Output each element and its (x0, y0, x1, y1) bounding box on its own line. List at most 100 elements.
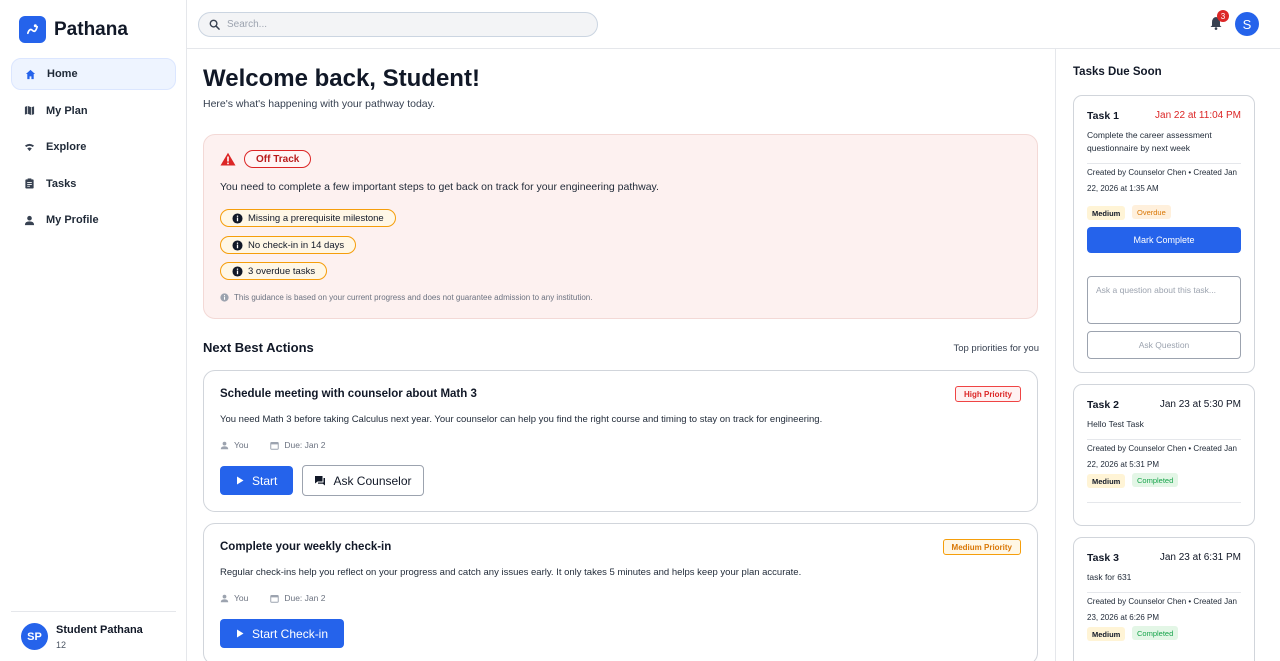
info-icon (232, 265, 243, 277)
task-name: Task 1 (1087, 110, 1119, 122)
info-icon (220, 293, 229, 302)
warning-icon (220, 152, 236, 166)
start-button[interactable]: Start (220, 466, 294, 495)
chat-icon (315, 476, 326, 486)
sidebar-item-label: Home (47, 68, 78, 80)
task-due: Jan 22 at 11:04 PM (1155, 110, 1241, 121)
button-label: Ask Counselor (333, 473, 412, 488)
reason-text: 3 overdue tasks (248, 265, 316, 277)
ask-question-button[interactable]: Ask Question (1087, 331, 1241, 359)
reason-text: Missing a prerequisite milestone (248, 212, 384, 224)
action-meta: You Due: Jan 2 (220, 440, 325, 450)
section-subtitle: Top priorities for you (953, 343, 1039, 354)
disclaimer: This guidance is based on your current p… (220, 293, 592, 302)
divider (1087, 502, 1241, 503)
alert-message: You need to complete a few important ste… (220, 181, 659, 193)
task-created: Created by Counselor Chen • Created Jan … (1087, 597, 1237, 622)
main-content: Welcome back, Student! Here's what's hap… (187, 49, 1055, 661)
task-due: Jan 23 at 6:31 PM (1159, 552, 1241, 563)
divider (1087, 592, 1241, 593)
status-tag: Completed (1132, 473, 1179, 487)
action-due: Due: Jan 2 (284, 440, 326, 450)
action-owner: You (234, 440, 249, 450)
page-subtitle: Here's what's happening with your pathwa… (203, 98, 436, 110)
task-description: Complete the career assessment questionn… (1087, 130, 1212, 153)
sidebar-item-home[interactable]: Home (11, 58, 176, 90)
person-icon (220, 594, 229, 602)
action-meta: You Due: Jan 2 (220, 593, 325, 603)
reason-chip: 3 overdue tasks (220, 262, 328, 280)
action-owner: You (234, 593, 249, 603)
action-card: Complete your weekly check-in Medium Pri… (203, 523, 1038, 661)
notification-badge: 3 (1217, 10, 1229, 22)
task-due: Jan 23 at 5:30 PM (1159, 399, 1241, 410)
sidebar-item-label: My Plan (46, 104, 88, 117)
home-icon (25, 69, 36, 79)
person-icon (24, 215, 35, 225)
status-tag: Overdue (1132, 205, 1171, 219)
brand[interactable]: Pathana (19, 16, 128, 43)
action-description: You need Math 3 before taking Calculus n… (220, 414, 823, 425)
question-input[interactable] (1087, 276, 1241, 324)
sidebar-item-my-profile[interactable]: My Profile (11, 204, 176, 236)
panel-title: Tasks Due Soon (1073, 66, 1162, 78)
button-label: Start (252, 473, 278, 488)
calendar-icon (270, 594, 280, 603)
status-alert: Off Track You need to complete a few imp… (203, 134, 1038, 319)
task-card: Task 3 Jan 23 at 6:31 PM task for 631 Cr… (1073, 537, 1255, 661)
divider (1087, 163, 1241, 164)
map-icon (24, 105, 35, 116)
action-description: Regular check-ins help you reflect on yo… (220, 567, 802, 578)
action-card: Schedule meeting with counselor about Ma… (203, 370, 1038, 512)
topbar: 3 S (187, 0, 1280, 49)
user-name: Student Pathana (56, 624, 143, 636)
avatar: SP (21, 623, 48, 650)
person-icon (220, 441, 229, 449)
action-title: Schedule meeting with counselor about Ma… (220, 388, 477, 400)
task-name: Task 2 (1087, 399, 1119, 411)
sidebar-item-label: Explore (46, 141, 87, 153)
play-icon (237, 629, 244, 638)
task-description: Hello Test Task (1087, 419, 1144, 429)
logo-icon (19, 16, 46, 43)
status-badge: Off Track (244, 150, 312, 168)
info-icon (232, 239, 243, 251)
priority-tag: Medium (1087, 474, 1126, 488)
task-created: Created by Counselor Chen • Created Jan … (1087, 168, 1237, 193)
sidebar-item-label: Tasks (46, 177, 77, 190)
priority-badge: Medium Priority (942, 539, 1021, 555)
priority-tag: Medium (1087, 627, 1126, 641)
sidebar-item-my-plan[interactable]: My Plan (11, 95, 176, 127)
reason-text: No check-in in 14 days (248, 239, 345, 251)
button-label: Start Check-in (252, 626, 329, 641)
reason-chip: No check-in in 14 days (220, 236, 357, 254)
sidebar-nav: Home My Plan Explore Tasks My Profile (11, 58, 176, 241)
start-check-in-button[interactable]: Start Check-in (220, 619, 345, 648)
task-description: task for 631 (1087, 572, 1132, 582)
action-due: Due: Jan 2 (284, 593, 326, 603)
sidebar-item-label: My Profile (46, 214, 99, 226)
page-title: Welcome back, Student! (203, 65, 480, 92)
search-bar[interactable] (198, 12, 598, 37)
ask-counselor-button[interactable]: Ask Counselor (302, 465, 424, 496)
play-icon (237, 476, 244, 485)
user-card[interactable]: SP Student Pathana 12 (11, 611, 176, 650)
task-name: Task 3 (1087, 552, 1119, 564)
search-icon (209, 19, 220, 30)
task-card: Task 2 Jan 23 at 5:30 PM Hello Test Task… (1073, 384, 1255, 526)
priority-badge: High Priority (954, 386, 1021, 402)
reason-chip: Missing a prerequisite milestone (220, 209, 396, 227)
explore-icon (24, 143, 35, 151)
divider (1087, 439, 1241, 440)
disclaimer-text: This guidance is based on your current p… (234, 293, 593, 302)
tasks-panel: Tasks Due Soon Task 1 Jan 22 at 11:04 PM… (1055, 49, 1280, 661)
avatar[interactable]: S (1235, 12, 1259, 36)
task-card: Task 1 Jan 22 at 11:04 PM Complete the c… (1073, 95, 1255, 373)
info-icon (232, 212, 243, 224)
sidebar-item-tasks[interactable]: Tasks (11, 168, 176, 200)
sidebar-item-explore[interactable]: Explore (11, 131, 176, 163)
clipboard-icon (25, 178, 34, 189)
search-input[interactable] (227, 19, 567, 30)
mark-complete-button[interactable]: Mark Complete (1087, 227, 1241, 253)
action-title: Complete your weekly check-in (220, 541, 392, 553)
